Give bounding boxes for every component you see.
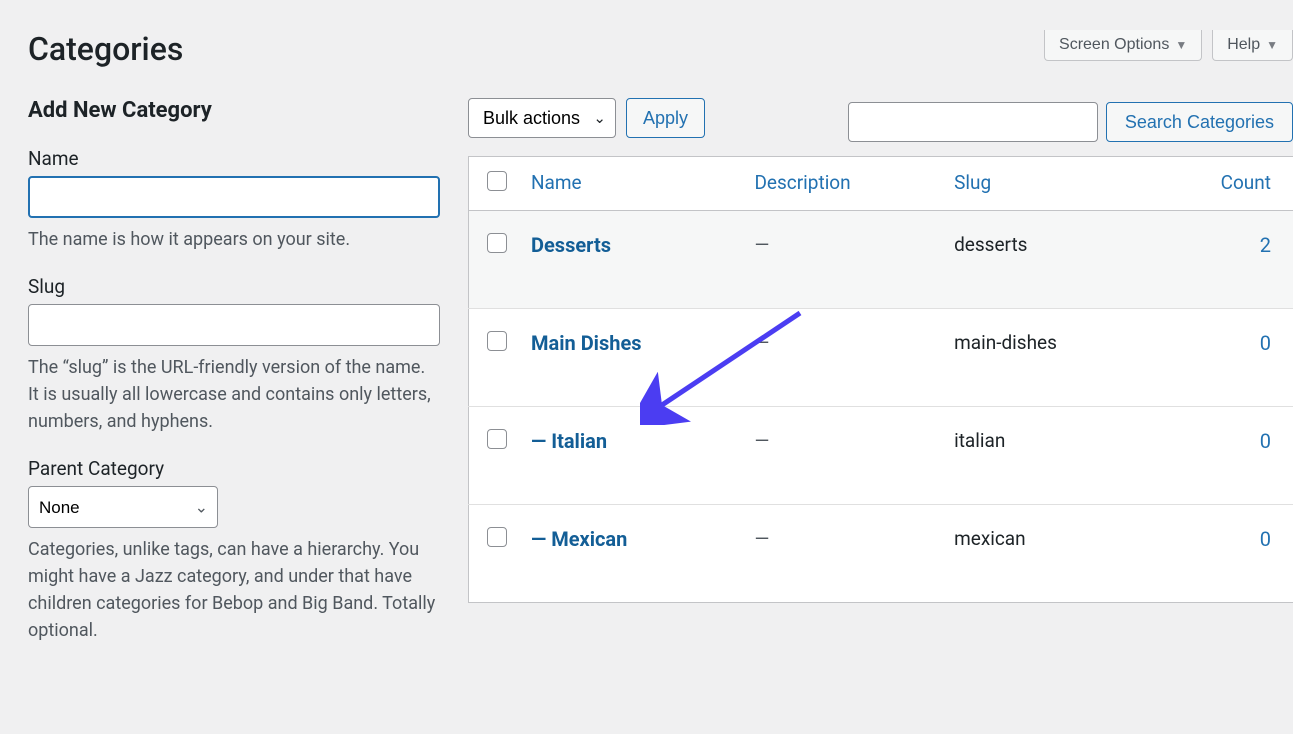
category-description: — — [742, 407, 942, 505]
form-heading: Add New Category — [28, 98, 440, 123]
search-input[interactable] — [848, 102, 1098, 142]
apply-button[interactable]: Apply — [626, 98, 705, 138]
category-name-link[interactable]: Desserts — [531, 233, 611, 257]
col-description[interactable]: Description — [742, 157, 942, 211]
category-description: — — [742, 211, 942, 309]
col-name[interactable]: Name — [519, 157, 742, 211]
slug-input[interactable] — [28, 304, 440, 346]
caret-down-icon: ▼ — [1175, 38, 1187, 52]
search-button[interactable]: Search Categories — [1106, 102, 1293, 142]
caret-down-icon: ▼ — [1266, 38, 1278, 52]
col-count[interactable]: Count — [1153, 157, 1293, 211]
table-row: Desserts —desserts 2 — [469, 211, 1293, 309]
name-input[interactable] — [28, 176, 440, 218]
category-count-link[interactable]: 2 — [1260, 233, 1271, 257]
slug-help: The “slug” is the URL-friendly version o… — [28, 354, 440, 435]
category-name-link[interactable]: — Mexican — [531, 527, 627, 551]
bulk-actions-select[interactable]: Bulk actions — [468, 98, 616, 138]
slug-label: Slug — [28, 275, 440, 298]
category-count-link[interactable]: 0 — [1260, 527, 1271, 551]
category-name-link[interactable]: Main Dishes — [531, 331, 642, 355]
select-all-checkbox[interactable] — [487, 171, 507, 191]
help-button[interactable]: Help ▼ — [1212, 30, 1293, 61]
category-slug: mexican — [942, 505, 1153, 603]
parent-help: Categories, unlike tags, can have a hier… — [28, 536, 440, 644]
category-slug: main-dishes — [942, 309, 1153, 407]
row-checkbox[interactable] — [487, 429, 507, 449]
screen-options-button[interactable]: Screen Options ▼ — [1044, 30, 1202, 61]
category-slug: desserts — [942, 211, 1153, 309]
category-count-link[interactable]: 0 — [1260, 331, 1271, 355]
parent-select[interactable]: None — [28, 486, 218, 528]
table-row: Main Dishes —main-dishes 0 — [469, 309, 1293, 407]
category-description: — — [742, 505, 942, 603]
table-row: — Mexican —mexican 0 — [469, 505, 1293, 603]
row-checkbox[interactable] — [487, 527, 507, 547]
screen-options-label: Screen Options — [1059, 36, 1169, 54]
category-description: — — [742, 309, 942, 407]
category-name-link[interactable]: — Italian — [531, 429, 607, 453]
row-checkbox[interactable] — [487, 331, 507, 351]
category-slug: italian — [942, 407, 1153, 505]
table-row: — Italian —italian 0 — [469, 407, 1293, 505]
category-count-link[interactable]: 0 — [1260, 429, 1271, 453]
name-help: The name is how it appears on your site. — [28, 226, 440, 253]
parent-label: Parent Category — [28, 457, 440, 480]
col-slug[interactable]: Slug — [942, 157, 1153, 211]
name-label: Name — [28, 147, 440, 170]
help-label: Help — [1227, 36, 1260, 54]
row-checkbox[interactable] — [487, 233, 507, 253]
